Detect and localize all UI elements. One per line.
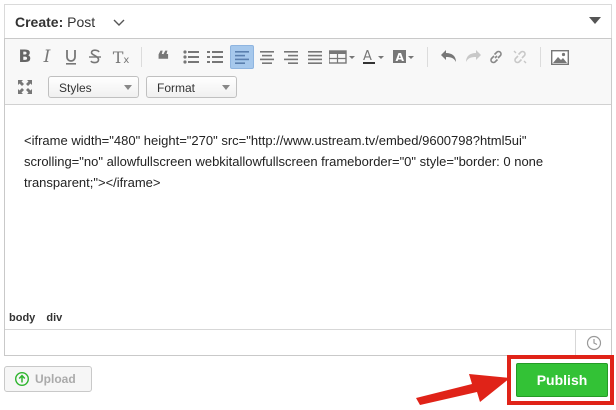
align-left-icon [235,50,249,64]
toolbar-separator [141,47,142,67]
undo-button[interactable] [437,45,461,69]
format-dropdown-label: Format [157,81,196,95]
undo-icon [441,50,456,62]
svg-text:A: A [396,51,405,64]
italic-icon: I [43,47,51,67]
annotation-arrow-icon [416,374,510,405]
align-justify-button[interactable] [303,45,327,69]
collapse-triangle-icon[interactable] [589,17,601,24]
path-item-body[interactable]: body [9,312,35,324]
remove-format-icon: Tx [112,47,130,67]
schedule-button[interactable] [575,330,611,356]
editor-content-area[interactable]: <iframe width="480" height="270" src="ht… [5,106,611,309]
table-icon [329,50,355,64]
format-dropdown-arrow-icon [222,85,230,90]
italic-button[interactable]: I [35,45,59,69]
post-type-value: Post [67,14,96,30]
upload-icon [15,372,29,386]
align-left-button[interactable] [230,45,254,69]
toolbar-separator [540,47,541,67]
styles-dropdown-label: Styles [59,81,92,95]
align-right-icon [284,50,298,64]
blockquote-icon: ❝ [157,47,169,73]
create-label: Create: [15,14,64,30]
bold-button[interactable]: B [13,45,37,69]
unlink-icon [513,50,527,64]
numbered-list-icon [207,51,223,63]
styles-dropdown[interactable]: Styles [48,76,139,98]
bulleted-list-icon [183,50,199,64]
text-color-button[interactable]: A [361,45,387,69]
svg-text:A: A [363,49,372,64]
path-item-div[interactable]: div [46,312,62,324]
maximize-button[interactable] [13,75,37,99]
strikethrough-icon [89,49,101,64]
blockquote-button[interactable]: ❝ [151,45,175,73]
element-path-bar: body div [5,309,611,329]
background-color-button[interactable]: A [391,45,417,69]
bulleted-list-button[interactable] [179,45,203,69]
rich-text-editor: B I Tx ❝ A A Styles Format <iframe width… [4,38,612,356]
underline-button[interactable] [59,45,83,69]
styles-dropdown-arrow-icon [124,85,132,90]
align-right-button[interactable] [279,45,303,69]
chevron-down-icon[interactable] [111,14,127,30]
redo-icon [466,50,481,62]
editor-footer [5,329,611,356]
unlink-button[interactable] [508,45,532,69]
background-color-icon: A [393,50,414,64]
align-center-icon [260,50,274,64]
format-dropdown[interactable]: Format [146,76,237,98]
publish-button[interactable]: Publish [516,363,608,397]
link-button[interactable] [484,45,508,69]
clock-icon [586,335,601,351]
redo-button[interactable] [461,45,485,69]
maximize-icon [18,80,32,94]
upload-button-label: Upload [35,372,76,386]
image-button[interactable] [548,45,572,69]
editor-toolbar: B I Tx ❝ A A Styles Format [5,39,611,105]
editor-header: Create: Post [4,4,612,38]
numbered-list-button[interactable] [203,45,227,69]
link-icon [490,50,502,64]
strikethrough-button[interactable] [83,45,107,69]
upload-button[interactable]: Upload [4,366,92,392]
underline-icon [66,50,76,65]
text-color-icon: A [363,49,384,64]
table-button[interactable] [327,45,357,69]
image-icon [551,49,569,65]
toolbar-separator [427,47,428,67]
embed-code-text: <iframe width="480" height="270" src="ht… [24,133,544,190]
create-type-selector[interactable]: Create: Post [15,14,95,30]
align-justify-icon [308,50,322,64]
align-center-button[interactable] [255,45,279,69]
remove-format-button[interactable]: Tx [109,45,133,69]
bold-icon: B [18,47,32,67]
